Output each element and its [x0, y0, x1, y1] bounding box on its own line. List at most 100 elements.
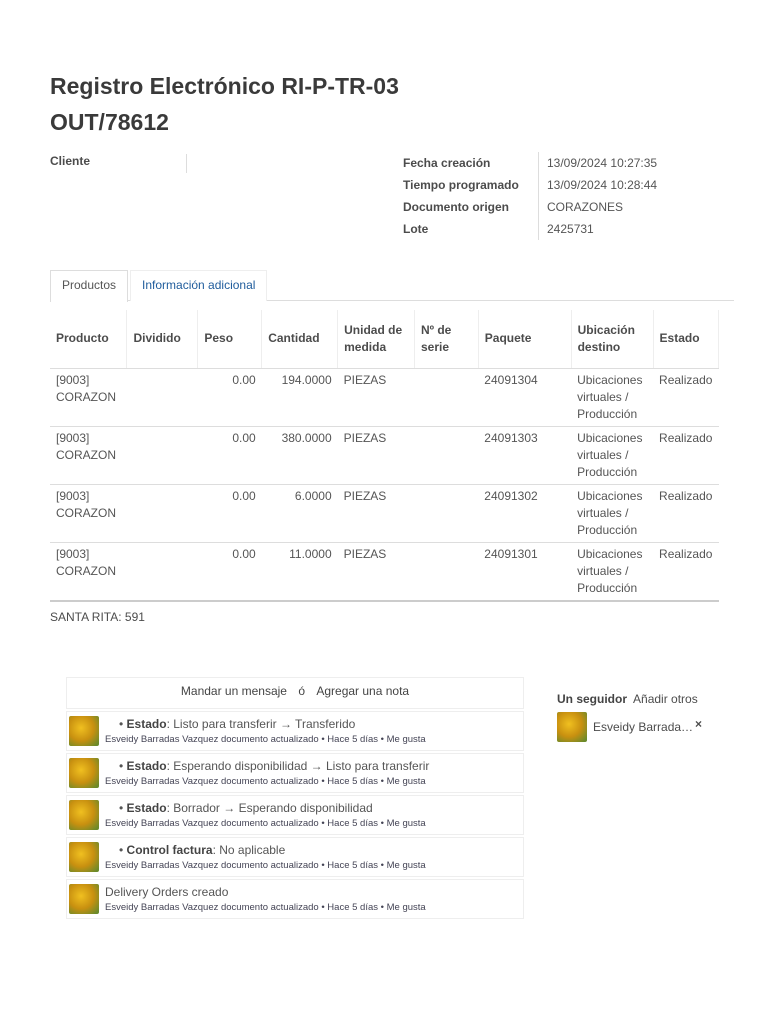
table-cell	[126, 542, 198, 602]
message-text: Delivery Orders creado	[105, 885, 229, 899]
table-cell: Ubicaciones virtuales / Producción	[571, 484, 654, 543]
table-cell: Ubicaciones virtuales / Producción	[571, 542, 654, 602]
table-cell: Realizado	[653, 368, 719, 427]
column-header[interactable]: Dividido	[126, 310, 199, 369]
table-row[interactable]: [9003] CORAZON 0.00 194.0000 PIEZAS 24091304…	[50, 368, 719, 427]
separator: ó	[298, 684, 305, 698]
column-header[interactable]: Estado	[653, 310, 720, 369]
message-item: • Estado: Borrador → Esperando disponibi…	[66, 795, 524, 835]
tabs: Productos Información adicional	[50, 270, 734, 302]
table-cell: 0.00	[197, 426, 262, 485]
field-name: Estado	[126, 801, 167, 815]
table-row[interactable]: [9003] CORAZON 0.00 6.0000 PIEZAS 24091302 Ub…	[50, 484, 719, 543]
info-label: Tiempo programado	[403, 178, 519, 192]
avatar	[69, 758, 99, 788]
table-cell: 24091303	[478, 426, 572, 485]
followers: Un seguidor Añadir otros Esveidy Barrada…	[557, 692, 702, 742]
info-row: Fecha creación 13/09/2024 10:27:35	[403, 152, 657, 174]
tab-informacion-adicional[interactable]: Información adicional	[130, 270, 268, 301]
avatar	[69, 716, 99, 746]
title-line2: OUT/78612	[50, 109, 169, 135]
table-cell	[414, 542, 479, 602]
table-cell: [9003] CORAZON	[50, 542, 127, 602]
column-header[interactable]: Nº de serie	[414, 310, 479, 369]
info-fields: Fecha creación 13/09/2024 10:27:35 Tiempo …	[403, 152, 657, 240]
field-change: : No aplicable	[212, 843, 286, 857]
info-value: 2425731	[538, 218, 594, 240]
message-text: • Control factura: No aplicable	[119, 843, 286, 857]
message-text: • Estado: Borrador → Esperando disponibi…	[119, 801, 373, 815]
field-change: : Borrador → Esperando disponibilidad	[166, 801, 373, 815]
column-header[interactable]: Peso	[197, 310, 263, 369]
column-header[interactable]: Cantidad	[261, 310, 339, 369]
info-label: Fecha creación	[403, 156, 491, 170]
message-meta: Esveidy Barradas Vazquez documento actua…	[105, 776, 426, 787]
table-cell	[414, 368, 479, 427]
page-title: Registro Electrónico RI-P-TR-03 OUT/7861…	[50, 68, 399, 140]
table-row[interactable]: [9003] CORAZON 0.00 11.0000 PIEZAS 24091301 U…	[50, 542, 719, 602]
table-cell: [9003] CORAZON	[50, 484, 127, 543]
table-cell: [9003] CORAZON	[50, 368, 127, 427]
table-cell: [9003] CORAZON	[50, 426, 127, 485]
table-cell: PIEZAS	[337, 426, 415, 485]
message-text: • Estado: Listo para transferir → Transf…	[119, 717, 356, 731]
message-meta: Esveidy Barradas Vazquez documento actua…	[105, 818, 426, 829]
column-header[interactable]: Producto	[50, 310, 128, 369]
field-name: Estado	[126, 717, 167, 731]
table-cell	[414, 426, 479, 485]
info-value: CORAZONES	[538, 196, 623, 218]
table-cell	[126, 368, 198, 427]
info-value: 13/09/2024 10:28:44	[538, 174, 657, 196]
add-followers-link[interactable]: Añadir otros	[633, 692, 698, 706]
field-name: Control factura	[126, 843, 213, 857]
table-cell: Realizado	[653, 484, 719, 543]
info-label: Documento origen	[403, 200, 510, 214]
column-header[interactable]: Unidad de medida	[337, 310, 415, 369]
products-table: Producto Dividido Peso Cantidad Unidad de me…	[50, 310, 720, 602]
message-item: • Estado: Listo para transferir → Transf…	[66, 711, 524, 751]
field-name: Estado	[126, 759, 167, 773]
table-row[interactable]: [9003] CORAZON 0.00 380.0000 PIEZAS 24091303…	[50, 426, 719, 485]
cliente-label: Cliente	[50, 154, 187, 173]
avatar	[69, 800, 99, 830]
table-cell: 0.00	[197, 542, 262, 602]
table-cell: PIEZAS	[337, 368, 415, 427]
message-meta: Esveidy Barradas Vazquez documento actua…	[105, 734, 426, 745]
table-cell: 0.00	[197, 484, 262, 543]
info-row: Lote 2425731	[403, 218, 657, 240]
avatar	[557, 712, 587, 742]
column-header[interactable]: Ubicación destino	[571, 310, 654, 369]
field-change: : Listo para transferir → Transferido	[166, 717, 356, 731]
message-item: • Control factura: No aplicable Esveidy B…	[66, 837, 524, 877]
table-cell: 380.0000	[261, 426, 338, 485]
info-value: 13/09/2024 10:27:35	[538, 152, 657, 174]
follower-name[interactable]: Esveidy Barrada…	[593, 720, 693, 734]
table-cell: 24091301	[478, 542, 572, 602]
table-cell: Ubicaciones virtuales / Producción	[571, 426, 654, 485]
message-item: • Estado: Esperando disponibilidad → Lis…	[66, 753, 524, 793]
table-cell	[414, 484, 479, 543]
table-cell: PIEZAS	[337, 542, 415, 602]
add-note-link[interactable]: Agregar una nota	[316, 684, 409, 698]
title-line1: Registro Electrónico RI-P-TR-03	[50, 73, 399, 99]
tab-productos[interactable]: Productos	[50, 270, 129, 302]
follower-item: Esveidy Barrada… ×	[557, 712, 702, 742]
footer-note: SANTA RITA: 591	[50, 610, 145, 624]
message-meta: Esveidy Barradas Vazquez documento actua…	[105, 902, 426, 913]
send-message-link[interactable]: Mandar un mensaje	[181, 684, 287, 698]
chatter: Mandar un mensaje ó Agregar una nota • E…	[66, 677, 524, 919]
avatar	[69, 842, 99, 872]
remove-follower-icon[interactable]: ×	[695, 717, 702, 731]
follower-count: Un seguidor	[557, 692, 628, 706]
avatar	[69, 884, 99, 914]
table-cell	[126, 484, 198, 543]
column-header[interactable]: Paquete	[478, 310, 572, 369]
info-row: Documento origen CORAZONES	[403, 196, 657, 218]
table-cell: 194.0000	[261, 368, 338, 427]
table-cell: 11.0000	[261, 542, 338, 602]
table-cell: Ubicaciones virtuales / Producción	[571, 368, 654, 427]
table-cell: 24091302	[478, 484, 572, 543]
table-cell: 0.00	[197, 368, 262, 427]
message-meta: Esveidy Barradas Vazquez documento actua…	[105, 860, 426, 871]
table-cell: PIEZAS	[337, 484, 415, 543]
